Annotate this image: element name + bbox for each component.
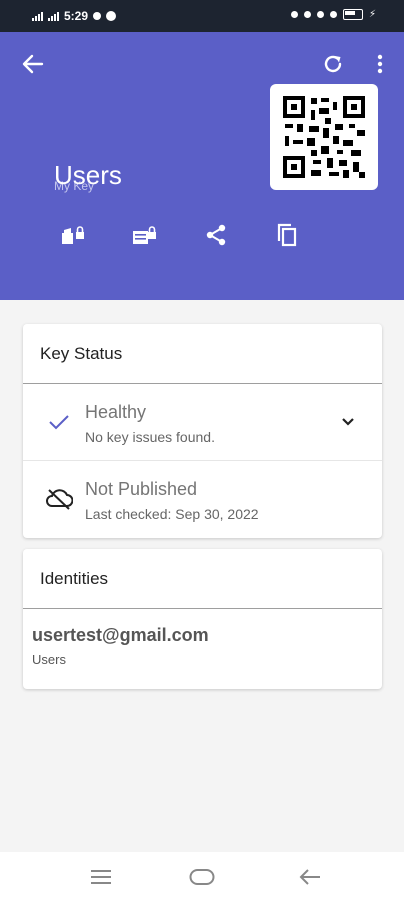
key-health-row[interactable]: Healthy No key issues found. — [23, 384, 382, 461]
key-header: My Key Users — [0, 32, 404, 300]
row-subtitle: Last checked: Sep 30, 2022 — [85, 506, 259, 522]
clock: 5:29 — [64, 9, 89, 23]
more-options-button[interactable] — [366, 50, 394, 78]
home-button[interactable] — [187, 864, 217, 890]
back-arrow-icon — [22, 54, 44, 74]
key-status-card: Key Status Healthy No key issues found. … — [23, 324, 382, 538]
menu-icon — [91, 870, 111, 884]
identities-heading: Identities — [23, 549, 382, 609]
back-button[interactable] — [18, 52, 48, 76]
share-icon — [206, 224, 226, 246]
status-bar: 5:29 65 ⚡ — [0, 0, 404, 32]
refresh-icon — [324, 55, 342, 73]
chevron-down-icon — [342, 418, 354, 426]
identity-name: Users — [32, 652, 66, 667]
identity-email: usertest@gmail.com — [32, 625, 209, 645]
home-icon — [189, 869, 215, 885]
qr-code-card[interactable] — [270, 84, 378, 190]
key-title: Users — [54, 160, 122, 190]
menu-button[interactable] — [86, 864, 116, 890]
whatsapp-icon — [106, 11, 117, 21]
encrypt-button[interactable] — [56, 218, 90, 252]
wifi-calling-icon — [316, 11, 324, 18]
refresh-button[interactable] — [318, 50, 348, 78]
signal-icon — [32, 11, 43, 21]
copy-button[interactable] — [270, 218, 304, 252]
row-subtitle: No key issues found. — [85, 429, 215, 445]
sign-button[interactable] — [127, 218, 161, 252]
encrypt-icon — [62, 226, 84, 244]
check-icon — [45, 408, 73, 436]
wifi-icon — [329, 11, 337, 18]
copy-icon — [277, 223, 297, 247]
notification-icon — [93, 12, 102, 20]
more-vert-icon — [377, 54, 383, 74]
cloud-off-icon — [45, 485, 73, 513]
row-title: Not Published — [85, 479, 198, 499]
charging-icon: ⚡ — [368, 9, 376, 20]
key-publish-row[interactable]: Not Published Last checked: Sep 30, 2022 — [23, 461, 382, 538]
bluetooth-icon — [290, 11, 298, 18]
share-button[interactable] — [199, 218, 233, 252]
back-icon — [299, 869, 320, 885]
signal-icon — [48, 11, 59, 21]
expand-button[interactable] — [336, 410, 360, 434]
system-nav-bar — [0, 852, 404, 900]
key-status-heading: Key Status — [23, 324, 382, 384]
row-title: Healthy — [85, 402, 147, 422]
identity-item[interactable]: usertest@gmail.com Users — [23, 609, 382, 689]
battery-icon — [342, 9, 363, 20]
identities-card: Identities usertest@gmail.com Users — [23, 549, 382, 689]
qr-code-icon — [283, 96, 365, 178]
nav-back-button[interactable] — [295, 864, 325, 890]
sign-icon — [133, 226, 156, 244]
hotspot-icon — [303, 11, 311, 18]
